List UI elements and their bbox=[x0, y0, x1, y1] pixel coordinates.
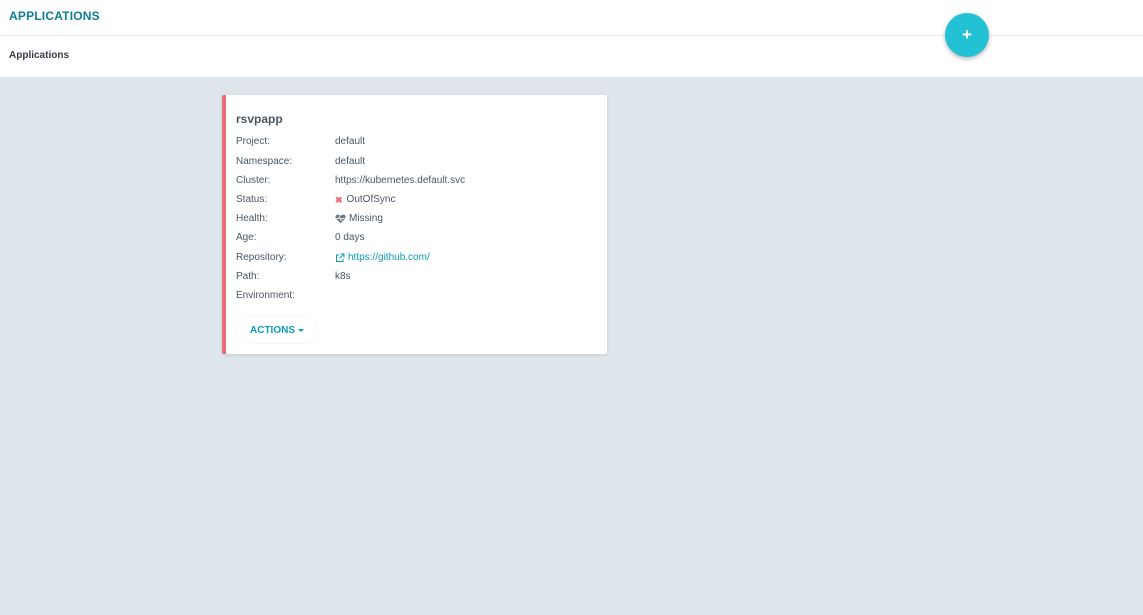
external-link-icon bbox=[336, 253, 345, 262]
age-label: Age: bbox=[236, 232, 257, 243]
environment-label: Environment: bbox=[236, 290, 295, 301]
application-name[interactable]: rsvpapp bbox=[236, 112, 283, 126]
repository-label: Repository: bbox=[236, 252, 287, 263]
repository-link[interactable]: https://github.com/ bbox=[335, 251, 430, 265]
x-icon: ✖ bbox=[335, 195, 343, 205]
cluster-value: https://kubernetes.default.svc bbox=[335, 175, 466, 186]
add-application-button[interactable]: + bbox=[945, 13, 989, 57]
path-label: Path: bbox=[236, 271, 260, 282]
project-value: default bbox=[335, 136, 366, 147]
status-value: OutOfSync bbox=[346, 194, 396, 205]
caret-down-icon bbox=[298, 329, 304, 332]
cluster-label: Cluster: bbox=[236, 175, 271, 186]
namespace-label: Namespace: bbox=[236, 156, 293, 167]
actions-label: ACTIONS bbox=[250, 324, 295, 336]
path-value: k8s bbox=[335, 271, 351, 282]
status-label: Status: bbox=[236, 194, 268, 205]
application-card[interactable]: rsvpapp Project: default Namespace: defa… bbox=[222, 95, 607, 354]
actions-dropdown-button[interactable]: ACTIONS bbox=[237, 317, 317, 343]
health-value: Missing bbox=[349, 213, 383, 224]
page-title: APPLICATIONS bbox=[9, 9, 100, 23]
breadcrumb: Applications bbox=[9, 50, 70, 61]
namespace-value: default bbox=[335, 156, 366, 167]
plus-icon: + bbox=[962, 25, 972, 44]
age-value: 0 days bbox=[335, 232, 365, 243]
health-label: Health: bbox=[236, 213, 268, 224]
repository-url[interactable]: https://github.com/ bbox=[348, 251, 430, 265]
project-label: Project: bbox=[236, 136, 270, 147]
heart-pulse-icon bbox=[335, 214, 346, 224]
